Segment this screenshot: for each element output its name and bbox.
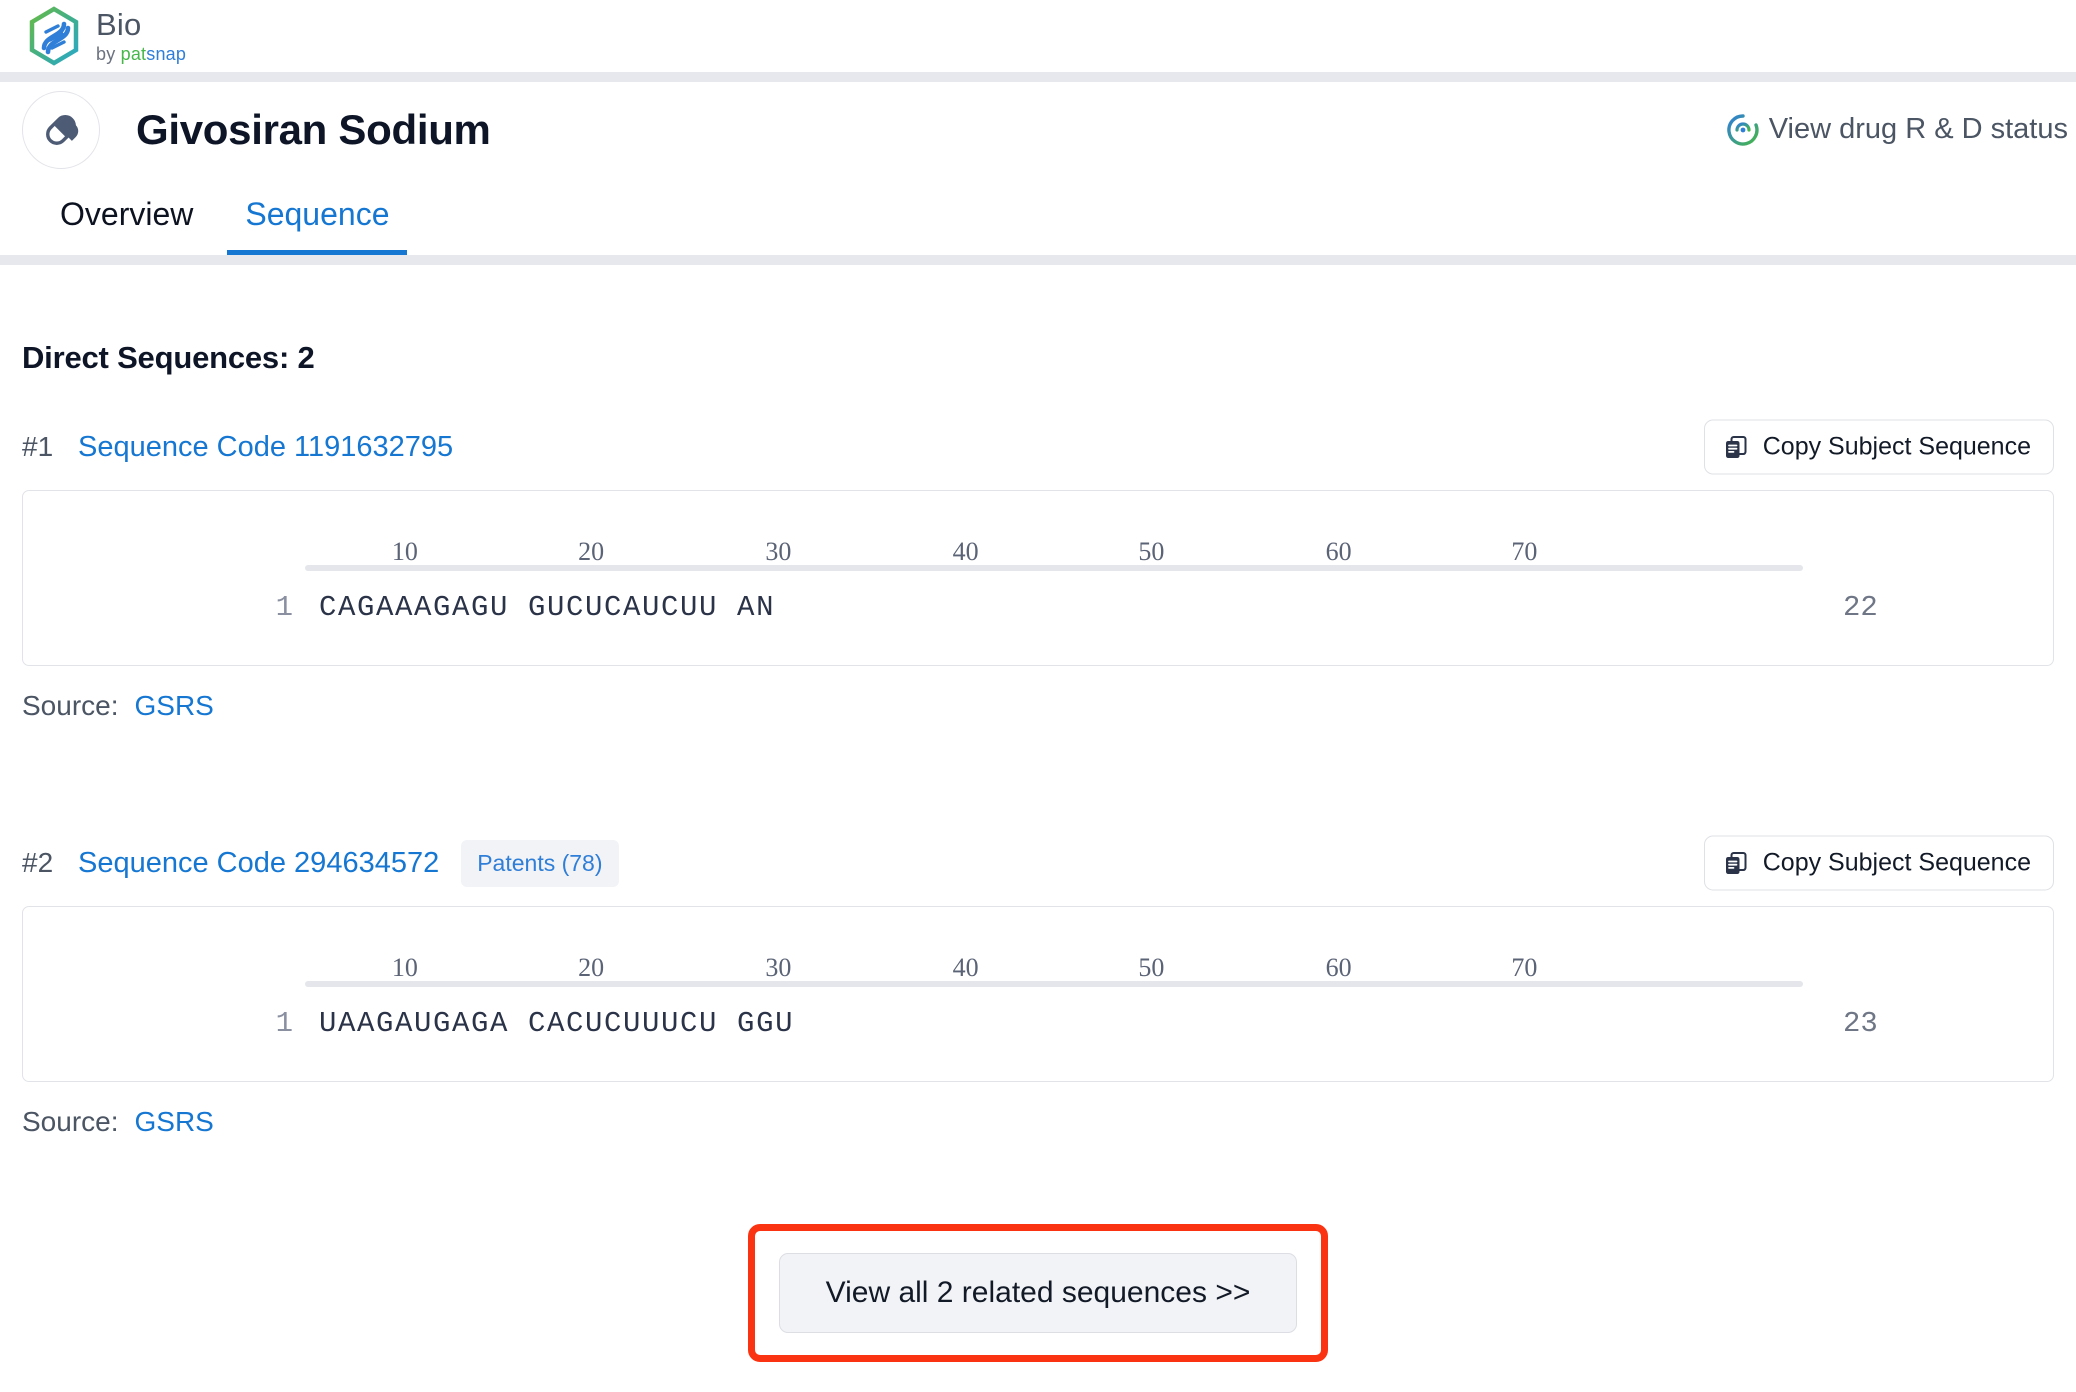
sequence-residues: CAGAAAGAGU GUCUCAUCUU AN	[319, 591, 776, 624]
tab-bar-divider	[0, 255, 2076, 265]
view-all-related-sequences-button[interactable]: View all 2 related sequences >>	[778, 1253, 1298, 1333]
ruler-bar	[305, 565, 1803, 571]
sequence-header: #2 Sequence Code 294634572 Patents (78) …	[22, 835, 2054, 891]
ruler-tick: 10	[391, 953, 418, 982]
sequence-index: #1	[22, 431, 54, 462]
ruler-tick: 50	[1138, 537, 1165, 566]
tab-bar: Overview Sequence	[0, 177, 2076, 255]
copy-subject-sequence-label: Copy Subject Sequence	[1762, 432, 2031, 461]
ruler-bar	[305, 981, 1803, 987]
sequence-start-position: 1	[275, 1007, 293, 1040]
source-label: Source:	[22, 1106, 119, 1137]
section-title: Direct Sequences: 2	[22, 340, 315, 375]
annotation-highlight-box: View all 2 related sequences >>	[747, 1224, 1329, 1362]
view-drug-rd-status-label: View drug R & D status	[1768, 113, 2068, 145]
sequence-start-position: 1	[275, 591, 293, 624]
tab-overview[interactable]: Overview	[42, 198, 211, 255]
ruler-tick: 30	[765, 953, 792, 982]
sequence-end-position: 23	[1843, 1007, 1878, 1040]
ruler-tick: 10	[391, 537, 418, 566]
source-link[interactable]: GSRS	[135, 690, 214, 722]
copy-icon	[1723, 850, 1749, 876]
sequence-residues: UAAGAUGAGA CACUCUUUCU GGU	[319, 1007, 795, 1040]
sequence-entry-2: #2 Sequence Code 294634572 Patents (78) …	[22, 835, 2054, 1138]
capsule-pill-icon	[22, 90, 100, 169]
ruler-tick: 40	[952, 953, 979, 982]
copy-icon	[1723, 434, 1749, 460]
sequence-header: #1 Sequence Code 1191632795 Copy Subject…	[22, 419, 2054, 475]
page-title: Givosiran Sodium	[136, 105, 491, 153]
ruler-tick: 70	[1511, 537, 1538, 566]
ruler-tick: 60	[1325, 537, 1352, 566]
source-label: Source:	[22, 690, 119, 721]
ruler-tick: 50	[1138, 953, 1165, 982]
sequence-end-position: 22	[1843, 591, 1878, 624]
sequence-entry-1: #1 Sequence Code 1191632795 Copy Subject…	[22, 419, 2054, 722]
sequence-card: 10 20 30 40 50 60 70 1 UAAGAUGAGA CACUCU…	[22, 906, 2054, 1082]
sequence-index: #2	[22, 847, 54, 878]
patents-badge[interactable]: Patents (78)	[461, 839, 619, 887]
brand-name: Bio	[96, 7, 142, 42]
copy-subject-sequence-label: Copy Subject Sequence	[1762, 848, 2031, 877]
source-link[interactable]: GSRS	[135, 1106, 214, 1138]
sequence-ruler: 10 20 30 40 50 60 70	[305, 537, 1803, 571]
brand-byline: by patsnap	[96, 44, 187, 64]
ruler-tick: 70	[1511, 953, 1538, 982]
sequence-panel: Direct Sequences: 2 #1 Sequence Code 119…	[0, 340, 2076, 1362]
view-all-area: View all 2 related sequences >>	[22, 1224, 2054, 1362]
ruler-tick: 20	[578, 537, 605, 566]
sequence-code-link[interactable]: Sequence Code 294634572	[78, 847, 439, 880]
sequence-source-row: Source: GSRS	[22, 690, 2054, 722]
drug-header: Givosiran Sodium View drug R & D status	[0, 82, 2076, 177]
ruler-tick: 20	[578, 953, 605, 982]
sequence-line: 1 UAAGAUGAGA CACUCUUUCU GGU 23	[23, 1007, 2053, 1040]
view-drug-rd-status-link[interactable]: View drug R & D status	[1726, 113, 2068, 147]
dna-hexagon-logo-icon	[26, 6, 82, 66]
sequence-line: 1 CAGAAAGAGU GUCUCAUCUU AN 22	[23, 591, 2053, 624]
sequence-code-link[interactable]: Sequence Code 1191632795	[78, 431, 453, 464]
brand-wordmark: Bio by patsnap	[96, 9, 186, 63]
sequence-ruler: 10 20 30 40 50 60 70	[305, 953, 1803, 987]
sequence-source-row: Source: GSRS	[22, 1106, 2054, 1138]
tab-sequence[interactable]: Sequence	[227, 198, 408, 255]
copy-subject-sequence-button[interactable]: Copy Subject Sequence	[1703, 835, 2054, 891]
brand-divider	[0, 72, 2076, 82]
copy-subject-sequence-button[interactable]: Copy Subject Sequence	[1703, 419, 2054, 475]
patsnap-circle-icon	[1726, 113, 1760, 147]
sequence-card: 10 20 30 40 50 60 70 1 CAGAAAGAGU GUCUCA…	[22, 490, 2054, 666]
ruler-tick: 60	[1325, 953, 1352, 982]
ruler-tick: 30	[765, 537, 792, 566]
brand-bar: Bio by patsnap	[0, 0, 2076, 72]
ruler-tick: 40	[952, 537, 979, 566]
